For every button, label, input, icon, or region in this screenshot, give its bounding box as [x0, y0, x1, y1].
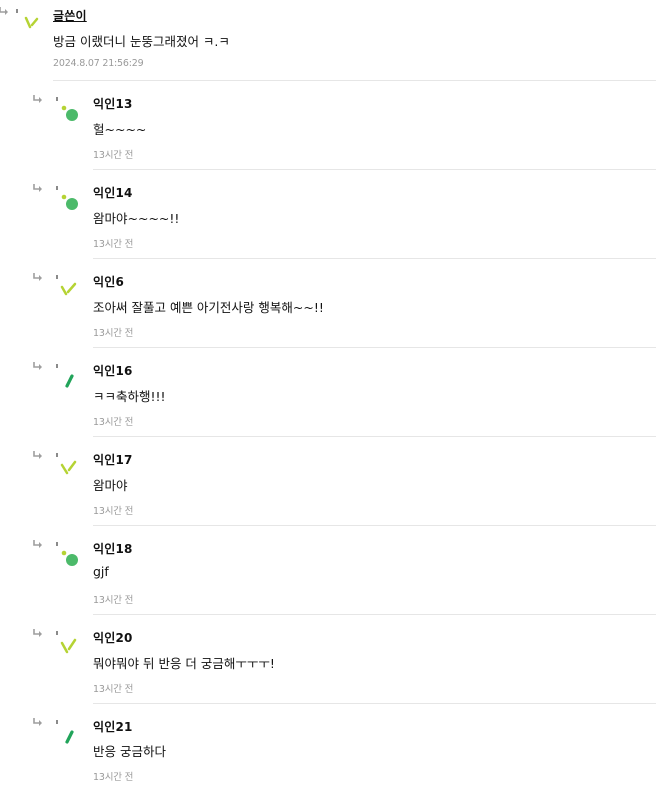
reply-arrow-icon: [33, 184, 42, 192]
green-dot-avatar-icon: [56, 186, 78, 210]
reply-timestamp: 13시간 전: [93, 328, 134, 339]
reply-arrow-icon: [33, 362, 42, 370]
comment-thread: 글쓴이 방금 이랬더니 눈뚱그래졌어 ㅋ.ㅋ 2024.8.07 21:56:2…: [0, 0, 656, 790]
tilted-stick-avatar-icon: [56, 631, 77, 654]
reply-timestamp: 13시간 전: [93, 417, 134, 428]
reply-nickname[interactable]: 익인21: [93, 718, 133, 735]
reply-timestamp: 13시간 전: [93, 595, 134, 606]
reply-nickname[interactable]: 익인14: [93, 184, 133, 201]
reply-arrow-icon: [33, 718, 42, 726]
reply-timestamp: 13시간 전: [93, 684, 134, 695]
reply-timestamp: 13시간 전: [93, 772, 134, 783]
reply-comment-body: 왐마야~~~~!!: [93, 211, 180, 226]
reply-timestamp: 13시간 전: [93, 239, 134, 250]
reply-nickname[interactable]: 익인17: [93, 451, 133, 468]
dark-stick-avatar-icon: [56, 720, 74, 744]
reply-comment: 익인20 뭐야뭐야 뒤 반응 더 궁금해ㅜㅜㅜ! 13시간 전: [0, 615, 656, 704]
tilted-stick-avatar-icon: [16, 9, 39, 29]
reply-comment: 익인6 조아써 잘풀고 예쁜 아기전사랑 행복해~~!! 13시간 전: [0, 259, 656, 348]
op-timestamp: 2024.8.07 21:56:29: [53, 58, 144, 69]
reply-comment: 익인17 왐마야 13시간 전: [0, 437, 656, 526]
green-dot-avatar-icon: [56, 542, 78, 566]
reply-comment: 익인18 gjf 13시간 전: [0, 526, 656, 615]
reply-nickname[interactable]: 익인18: [93, 540, 133, 557]
reply-comment: 익인14 왐마야~~~~!! 13시간 전: [0, 170, 656, 259]
reply-timestamp: 13시간 전: [93, 506, 134, 517]
reply-nickname[interactable]: 익인6: [93, 273, 124, 290]
tilted-stick-avatar-icon: [56, 275, 77, 296]
op-nickname[interactable]: 글쓴이: [53, 7, 87, 24]
reply-nickname[interactable]: 익인13: [93, 95, 133, 112]
op-comment-body: 방금 이랬더니 눈뚱그래졌어 ㅋ.ㅋ: [53, 34, 230, 49]
reply-nickname[interactable]: 익인16: [93, 362, 133, 379]
reply-arrow-icon: [33, 273, 42, 281]
reply-comment-body: 반응 궁금하다: [93, 744, 166, 759]
reply-arrow-icon: [33, 629, 42, 637]
reply-comment-body: ㅋㅋ축하행!!!: [93, 389, 166, 404]
reply-arrow-icon: [33, 95, 42, 103]
reply-comment-body: 왐마야: [93, 478, 128, 493]
reply-arrow-icon: [33, 540, 42, 548]
tilted-stick-avatar-icon: [56, 453, 77, 475]
reply-comment: 익인16 ㅋㅋ축하행!!! 13시간 전: [0, 348, 656, 437]
reply-timestamp: 13시간 전: [93, 150, 134, 161]
reply-comment-body: 조아써 잘풀고 예쁜 아기전사랑 행복해~~!!: [93, 300, 324, 315]
op-comment: 글쓴이 방금 이랬더니 눈뚱그래졌어 ㅋ.ㅋ 2024.8.07 21:56:2…: [0, 0, 656, 81]
reply-comment: 익인13 헐~~~~ 13시간 전: [0, 81, 656, 170]
reply-comment-body: gjf: [93, 564, 109, 579]
reply-comment-body: 헐~~~~: [93, 122, 147, 137]
reply-comment-body: 뭐야뭐야 뒤 반응 더 궁금해ㅜㅜㅜ!: [93, 656, 275, 671]
reply-comment: 익인21 반응 궁금하다 13시간 전: [0, 704, 656, 790]
dark-stick-avatar-icon: [56, 364, 74, 388]
green-dot-avatar-icon: [56, 97, 78, 121]
reply-arrow-icon: [33, 451, 42, 459]
reply-arrow-icon: [0, 7, 8, 15]
reply-nickname[interactable]: 익인20: [93, 629, 133, 646]
